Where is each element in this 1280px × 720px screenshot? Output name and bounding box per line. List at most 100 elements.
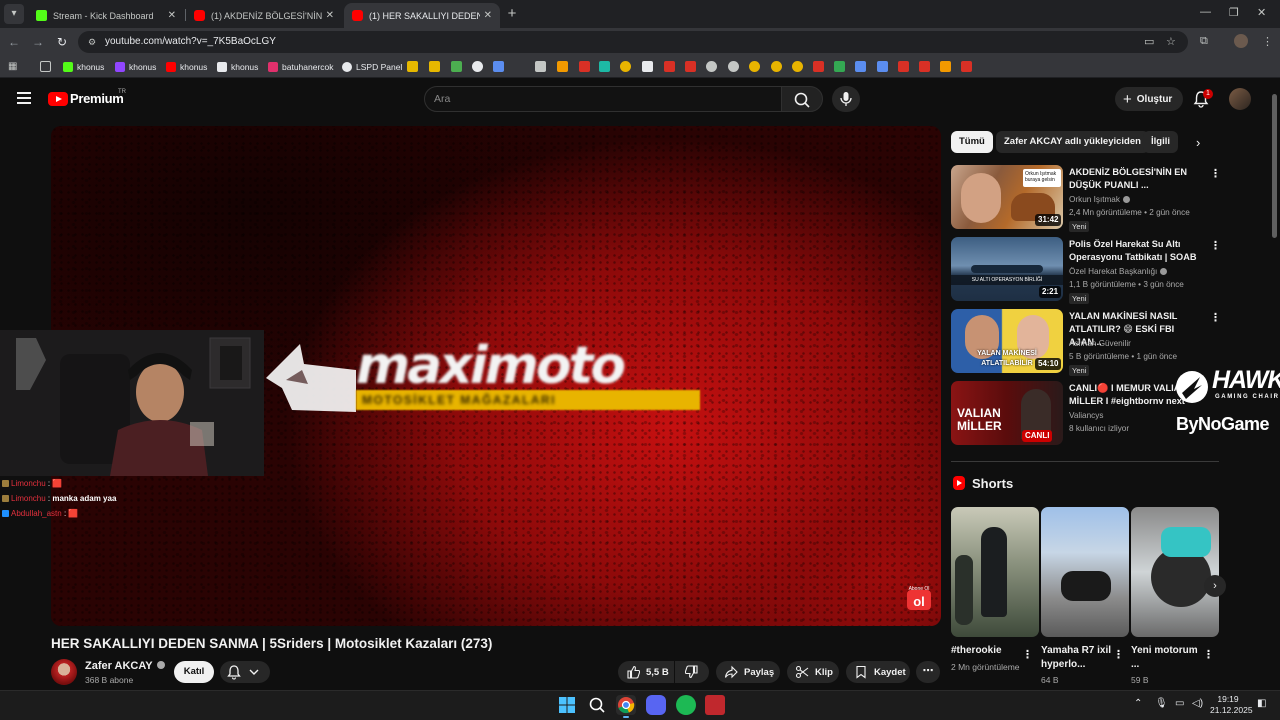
tab-search-button[interactable]: ▾ <box>4 4 24 24</box>
recommendation-more-icon[interactable]: ⋮ <box>1210 311 1221 324</box>
recommendation-title[interactable]: Polis Özel Harekat Su Altı Operasyonu Ta… <box>1069 238 1209 264</box>
bookmark-favicon-icon[interactable] <box>557 61 568 72</box>
short-more-icon[interactable]: ⋮ <box>1203 648 1214 661</box>
reload-icon[interactable]: ↻ <box>54 34 70 50</box>
site-info-icon[interactable]: ⚙ <box>86 36 98 48</box>
bookmark-favicon-icon[interactable] <box>706 61 717 72</box>
cast-icon[interactable]: ▭ <box>1144 35 1154 48</box>
bookmark-favicon-icon[interactable] <box>535 61 546 72</box>
bookmark-favicon-icon[interactable] <box>877 61 888 72</box>
chip-related[interactable]: İlgili <box>1143 131 1178 153</box>
more-actions-button[interactable]: ⋯ <box>916 661 940 683</box>
bookmark-favicon-icon[interactable] <box>685 61 696 72</box>
recommendation-more-icon[interactable]: ⋮ <box>1210 167 1221 180</box>
chevron-right-icon[interactable]: › <box>1196 135 1200 150</box>
channel-avatar[interactable] <box>51 659 77 685</box>
tab-close-icon[interactable]: ✕ <box>326 10 334 21</box>
tab-kick-dashboard[interactable]: Stream - Kick Dashboard ✕ <box>28 3 184 28</box>
bookmark-favicon-icon[interactable] <box>961 61 972 72</box>
network-icon[interactable]: ▭ <box>1175 698 1184 709</box>
create-button[interactable]: + Oluştur <box>1115 87 1183 111</box>
share-button[interactable]: Paylaş <box>716 661 780 683</box>
bookmark-favicon-icon[interactable] <box>407 61 418 72</box>
tab-youtube-akdeniz[interactable]: (1) AKDENİZ BÖLGESİ'NİN EN D ✕ <box>186 3 342 28</box>
recommendation-channel[interactable]: Aslıhan Güvenilir <box>1069 339 1131 348</box>
bookmark-favicon-icon[interactable] <box>898 61 909 72</box>
shorts-next-button[interactable]: › <box>1204 575 1226 597</box>
bookmark-khonus-kick[interactable]: khonus <box>63 60 104 74</box>
bookmark-favicon-icon[interactable] <box>749 61 760 72</box>
subscribe-watermark-icon[interactable]: ol Abone Ol <box>906 585 932 611</box>
tab-close-icon[interactable]: ✕ <box>484 10 492 21</box>
system-clock[interactable]: 19:19 21.12.2025 <box>1210 694 1253 716</box>
bookmark-favicon-icon[interactable] <box>493 61 504 72</box>
recommendation-channel[interactable]: Orkun Işıtmak <box>1069 195 1130 204</box>
volume-icon[interactable]: ◁) <box>1192 698 1203 709</box>
voice-search-button[interactable] <box>832 86 860 112</box>
bookmark-favicon-icon[interactable] <box>834 61 845 72</box>
back-icon[interactable]: ← <box>6 34 22 50</box>
account-avatar[interactable] <box>1229 88 1251 110</box>
search-button[interactable] <box>781 86 823 112</box>
profile-avatar[interactable] <box>1234 34 1248 48</box>
tray-overflow-icon[interactable]: ⌃ <box>1134 698 1142 709</box>
short-thumbnail[interactable] <box>1041 507 1129 637</box>
bookmark-batuhanercok[interactable]: batuhanercok <box>268 60 334 74</box>
forward-icon[interactable]: → <box>30 34 46 50</box>
bookmark-favicon-icon[interactable] <box>919 61 930 72</box>
recommendation-channel[interactable]: Valiancys <box>1069 411 1103 420</box>
bookmark-khonus-twitch[interactable]: khonus <box>115 60 156 74</box>
bookmark-favicon-icon[interactable] <box>940 61 951 72</box>
apps-grid-icon[interactable]: ▦ <box>8 61 19 72</box>
bookmark-favicon-icon[interactable] <box>429 61 440 72</box>
microphone-tray-icon[interactable]: 🎙 <box>1155 698 1168 709</box>
like-button[interactable]: 5,5 B <box>618 661 674 683</box>
menu-icon[interactable] <box>17 92 31 104</box>
search-input[interactable] <box>424 86 782 112</box>
bookmark-favicon-icon[interactable] <box>855 61 866 72</box>
dislike-button[interactable] <box>675 661 709 683</box>
save-button[interactable]: Kaydet <box>846 661 910 683</box>
short-title[interactable]: Yamaha R7 ixil hyperlo... <box>1041 644 1115 672</box>
bookmark-favicon-icon[interactable] <box>620 61 631 72</box>
bookmark-lspd-panel[interactable]: LSPD Panel <box>342 60 402 74</box>
youtube-logo-icon[interactable] <box>48 92 68 106</box>
folder-icon[interactable] <box>40 61 51 72</box>
bookmark-favicon-icon[interactable] <box>599 61 610 72</box>
restore-icon[interactable]: ❐ <box>1229 6 1239 19</box>
bookmark-favicon-icon[interactable] <box>472 61 483 72</box>
bookmark-star-icon[interactable]: ☆ <box>1166 35 1176 48</box>
minimize-icon[interactable]: — <box>1200 6 1211 18</box>
page-scrollbar[interactable] <box>1272 94 1277 238</box>
short-thumbnail[interactable] <box>1131 507 1219 637</box>
new-tab-button[interactable]: + <box>504 5 520 23</box>
join-button[interactable]: Katıl <box>174 661 214 683</box>
subscription-notification-button[interactable] <box>220 661 270 683</box>
chip-from-uploader[interactable]: Zafer AKCAY adlı yükleyiciden <box>996 131 1149 153</box>
chip-all[interactable]: Tümü <box>951 131 993 153</box>
spotify-taskbar-icon[interactable] <box>676 695 696 715</box>
tab-youtube-current[interactable]: (1) HER SAKALLIYI DEDEN SANM ✕ <box>344 3 500 28</box>
recommendation-title[interactable]: AKDENİZ BÖLGESİ'NİN EN DÜŞÜK PUANLI ... <box>1069 166 1209 192</box>
bookmark-favicon-icon[interactable] <box>728 61 739 72</box>
bookmark-favicon-icon[interactable] <box>813 61 824 72</box>
discord-taskbar-icon[interactable] <box>646 695 666 715</box>
clip-button[interactable]: Klip <box>787 661 839 683</box>
bookmark-favicon-icon[interactable] <box>792 61 803 72</box>
browser-menu-icon[interactable]: ⋮ <box>1262 35 1273 48</box>
notification-center-icon[interactable]: ◧ <box>1257 698 1266 709</box>
short-more-icon[interactable]: ⋮ <box>1113 648 1124 661</box>
close-window-icon[interactable]: ✕ <box>1257 6 1266 19</box>
channel-name[interactable]: Zafer AKCAY <box>85 660 165 672</box>
app-taskbar-icon[interactable] <box>705 695 725 715</box>
youtube-premium-label[interactable]: Premium <box>70 91 124 106</box>
short-more-icon[interactable]: ⋮ <box>1022 648 1033 661</box>
search-placeholder[interactable]: Ara <box>434 93 450 105</box>
windows-start-icon[interactable] <box>557 695 577 715</box>
short-title[interactable]: Yeni motorum ... <box>1131 644 1205 672</box>
short-thumbnail[interactable] <box>951 507 1039 637</box>
tab-close-icon[interactable]: ✕ <box>168 10 176 21</box>
short-title[interactable]: #therookie <box>951 644 1025 658</box>
extensions-icon[interactable]: ⧉ <box>1200 35 1208 48</box>
chrome-taskbar-icon[interactable] <box>616 695 636 718</box>
